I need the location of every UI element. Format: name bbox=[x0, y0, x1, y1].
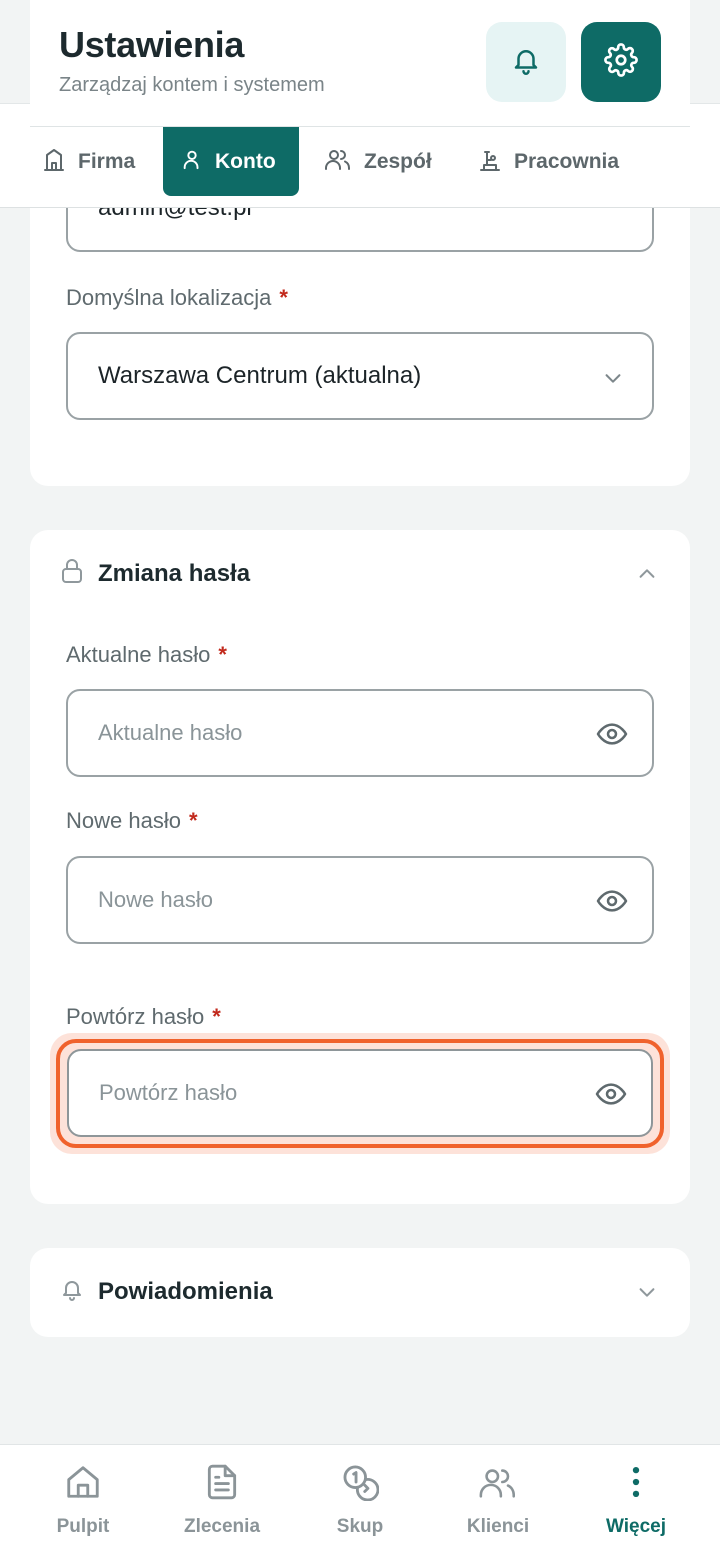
tab-zespol[interactable]: Zespół bbox=[310, 127, 446, 196]
bell-icon bbox=[511, 44, 541, 81]
more-vertical-icon bbox=[617, 1463, 655, 1506]
repeat-password-field[interactable]: Powtórz hasło bbox=[67, 1049, 653, 1137]
nav-item-zlecenia[interactable]: Zlecenia bbox=[150, 1463, 294, 1553]
current-password-field[interactable]: Aktualne hasło bbox=[66, 689, 654, 777]
eye-icon[interactable] bbox=[596, 718, 628, 756]
bottom-navigation: Pulpit Zlecenia Skup Klienci Więcej bbox=[0, 1444, 720, 1561]
password-section-title: Zmiana hasła bbox=[98, 559, 251, 587]
eye-icon[interactable] bbox=[596, 885, 628, 923]
coins-icon bbox=[341, 1463, 380, 1506]
required-mark: * bbox=[188, 808, 198, 833]
location-value: Warszawa Centrum (aktualna) bbox=[98, 362, 422, 389]
nav-item-wiecej[interactable]: Więcej bbox=[564, 1463, 708, 1553]
user-icon bbox=[181, 147, 203, 177]
nav-label: Zlecenia bbox=[183, 1516, 261, 1537]
chevron-up-icon[interactable] bbox=[636, 563, 658, 590]
gear-icon bbox=[604, 42, 638, 82]
new-password-label-text: Nowe hasło bbox=[66, 808, 181, 833]
tab-label: Pracownia bbox=[514, 149, 620, 173]
password-section-header[interactable]: Zmiana hasła bbox=[60, 558, 250, 589]
tab-firma[interactable]: Firma bbox=[28, 127, 149, 196]
nav-item-pulpit[interactable]: Pulpit bbox=[11, 1463, 155, 1553]
required-mark: * bbox=[218, 642, 227, 667]
users-icon bbox=[324, 147, 352, 177]
location-label: Domyślna lokalizacja * bbox=[66, 285, 288, 311]
document-icon bbox=[203, 1463, 241, 1506]
nav-label: Klienci bbox=[466, 1516, 530, 1537]
settings-button[interactable] bbox=[581, 22, 661, 102]
location-select[interactable]: Warszawa Centrum (aktualna) bbox=[66, 332, 654, 420]
users-icon bbox=[478, 1463, 518, 1506]
current-password-label-text: Aktualne hasło bbox=[66, 642, 211, 667]
home-icon bbox=[64, 1463, 102, 1506]
tab-pracownia[interactable]: Pracownia bbox=[464, 127, 633, 196]
new-password-placeholder: Nowe hasło bbox=[98, 887, 213, 912]
new-password-field[interactable]: Nowe hasło bbox=[66, 856, 654, 944]
chevron-down-icon bbox=[602, 367, 624, 395]
eye-icon[interactable] bbox=[595, 1078, 627, 1116]
repeat-password-placeholder: Powtórz hasło bbox=[99, 1080, 238, 1105]
nav-label: Pulpit bbox=[56, 1516, 110, 1537]
nav-label: Skup bbox=[336, 1516, 384, 1537]
tab-label: Firma bbox=[78, 149, 136, 173]
current-password-label: Aktualne hasło * bbox=[66, 642, 227, 668]
page-subtitle: Zarządzaj kontem i systemem bbox=[59, 74, 325, 96]
notifications-section-title: Powiadomienia bbox=[98, 1277, 273, 1305]
notifications-card[interactable]: Powiadomienia bbox=[30, 1248, 690, 1337]
required-mark: * bbox=[279, 285, 288, 310]
required-mark: * bbox=[212, 1004, 221, 1029]
new-password-label: Nowe hasło * bbox=[66, 808, 198, 834]
repeat-password-label: Powtórz hasło * bbox=[66, 1004, 221, 1030]
tab-label: Konto bbox=[215, 149, 276, 173]
lock-icon bbox=[60, 558, 84, 589]
tab-konto[interactable]: Konto bbox=[163, 127, 299, 196]
repeat-password-label-text: Powtórz hasło bbox=[66, 1004, 205, 1029]
nav-item-skup[interactable]: Skup bbox=[288, 1463, 432, 1553]
page-title: Ustawienia bbox=[59, 24, 245, 65]
tab-label: Zespół bbox=[364, 149, 432, 173]
current-password-placeholder: Aktualne hasło bbox=[98, 720, 243, 745]
building-icon bbox=[42, 146, 66, 178]
notifications-button[interactable] bbox=[486, 22, 566, 102]
notifications-section-header[interactable]: Powiadomienia bbox=[60, 1276, 273, 1307]
nav-label: Więcej bbox=[605, 1516, 667, 1537]
bell-icon bbox=[60, 1276, 84, 1307]
chevron-down-icon[interactable] bbox=[636, 1281, 658, 1308]
nav-item-klienci[interactable]: Klienci bbox=[426, 1463, 570, 1553]
password-card: Zmiana hasła Aktualne hasło * Aktualne ha… bbox=[30, 530, 690, 1204]
location-label-text: Domyślna lokalizacja bbox=[66, 285, 272, 310]
workshop-icon bbox=[478, 146, 502, 178]
